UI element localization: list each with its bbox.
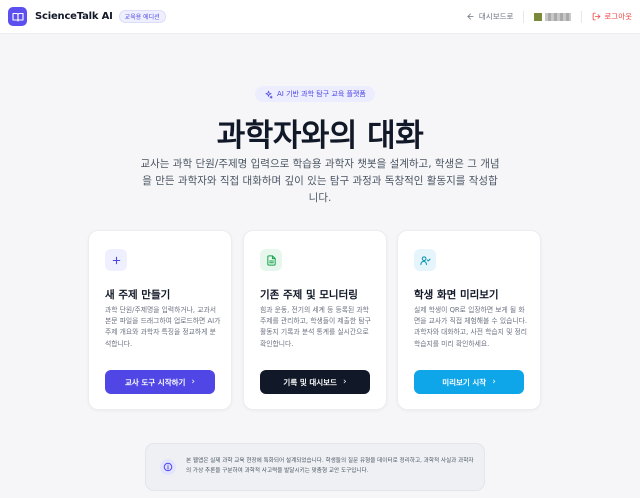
- card-title: 새 주제 만들기: [105, 289, 171, 301]
- arrow-left-icon: [467, 13, 474, 20]
- dashboard-link[interactable]: 대시보드로: [466, 11, 514, 22]
- plus-icon: [105, 249, 127, 271]
- logout-label: 로그아웃: [604, 12, 632, 21]
- user-name-redacted: [545, 12, 572, 21]
- button-label: 미리보기 시작: [442, 377, 487, 387]
- logout-button[interactable]: 로그아웃: [592, 11, 632, 22]
- header-divider: [581, 10, 583, 23]
- chevron-right-icon: ›: [191, 377, 196, 387]
- app-title[interactable]: ScienceTalk AI: [35, 11, 113, 22]
- start-preview-button[interactable]: 미리보기 시작 ›: [414, 370, 524, 394]
- platform-badge: AI 기반 과학 탐구 교육 플랫폼: [255, 86, 375, 102]
- book-logo-icon[interactable]: [8, 7, 27, 26]
- user-info: [534, 12, 572, 21]
- chevron-right-icon: ›: [342, 377, 347, 387]
- info-notice: 본 웹앱은 실제 과학 교육 현장에 특화되어 설계되었습니다. 학생들의 질문…: [145, 443, 485, 491]
- sparkle-icon: [265, 90, 273, 99]
- logout-icon: [593, 12, 601, 21]
- info-text: 본 웹앱은 실제 과학 교육 현장에 특화되어 설계되었습니다. 학생들의 질문…: [186, 458, 474, 474]
- page-title: 과학자와의 대화: [216, 118, 424, 154]
- records-dashboard-button[interactable]: 기록 및 대시보드 ›: [260, 370, 370, 394]
- button-label: 교사 도구 시작하기: [124, 377, 186, 387]
- start-teacher-tool-button[interactable]: 교사 도구 시작하기 ›: [105, 370, 215, 394]
- user-icon: [414, 249, 436, 271]
- card-description: 과학 단원/주제명을 입력하거나, 교과서 본문 파일을 드래그하여 업로드하면…: [105, 306, 221, 348]
- card-existing-topics: 기존 주제 및 모니터링 힘과 운동, 전기의 세계 등 등록된 과학 주제를 …: [243, 230, 387, 410]
- header-divider: [523, 10, 525, 23]
- document-icon: [260, 249, 282, 271]
- card-title: 학생 화면 미리보기: [414, 289, 499, 301]
- button-label: 기록 및 대시보드: [283, 377, 337, 387]
- card-student-preview: 학생 화면 미리보기 실제 학생이 QR로 입장하면 보게 될 화면을 교사가 …: [397, 230, 541, 410]
- dashboard-link-label: 대시보드로: [478, 12, 514, 21]
- header-actions: 대시보드로 로그아웃: [466, 10, 632, 23]
- avatar: [534, 12, 543, 21]
- card-title: 기존 주제 및 모니터링: [260, 289, 358, 301]
- edition-badge: 교육용 에디션: [118, 10, 166, 23]
- info-icon: [160, 459, 176, 475]
- platform-badge-label: AI 기반 과학 탐구 교육 플랫폼: [277, 90, 366, 98]
- chevron-right-icon: ›: [492, 377, 496, 387]
- page-description: 교사는 과학 단원/주제명 입력으로 학습용 과학자 챗봇을 설계하고, 학생은…: [140, 158, 500, 204]
- top-header: ScienceTalk AI 교육용 에디션 대시보드로 로그아웃: [0, 0, 640, 34]
- card-new-topic: 새 주제 만들기 과학 단원/주제명을 입력하거나, 교과서 본문 파일을 드래…: [88, 230, 232, 410]
- card-description: 힘과 운동, 전기의 세계 등 등록된 과학 주제를 관리하고, 학생들이 제출…: [260, 306, 371, 348]
- card-description: 실제 학생이 QR로 입장하면 보게 될 화면을 교사가 직접 체험해볼 수 있…: [414, 306, 528, 348]
